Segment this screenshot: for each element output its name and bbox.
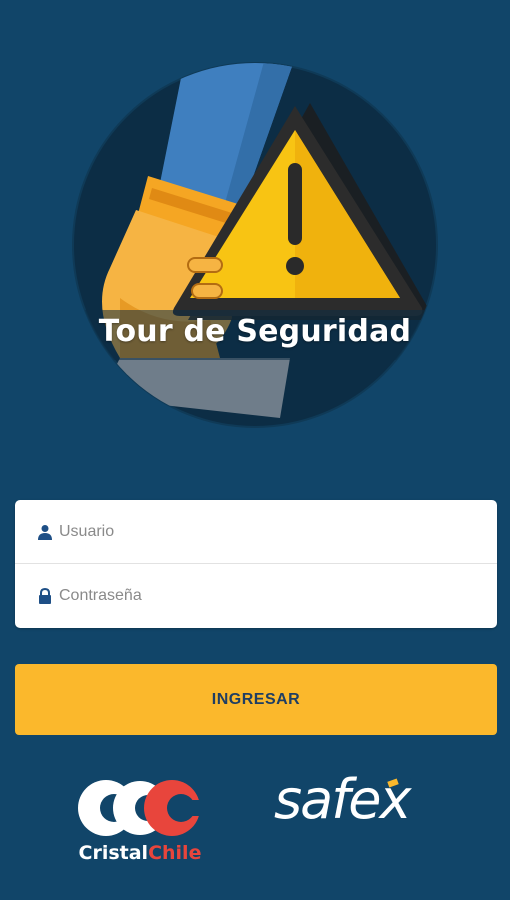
warning-triangle-hand-icon (72, 62, 438, 428)
app-logo (60, 58, 450, 438)
app-title: Tour de Seguridad (98, 314, 412, 349)
password-input[interactable] (59, 580, 459, 611)
cristalchile-wordmark: CristalChile (70, 842, 210, 864)
password-field-row (15, 564, 497, 627)
cristal-word: Cristal (78, 842, 149, 864)
cristalchile-logo: CristalChile (70, 776, 211, 871)
user-icon (37, 524, 53, 540)
safex-logo: safex (270, 768, 482, 832)
login-form (15, 500, 497, 628)
username-input[interactable] (59, 516, 459, 547)
username-field-row (15, 500, 497, 564)
chile-word: Chile (148, 842, 202, 864)
login-button[interactable]: INGRESAR (15, 664, 497, 735)
lock-icon (37, 587, 53, 604)
cristalchile-mark-icon (78, 780, 211, 836)
